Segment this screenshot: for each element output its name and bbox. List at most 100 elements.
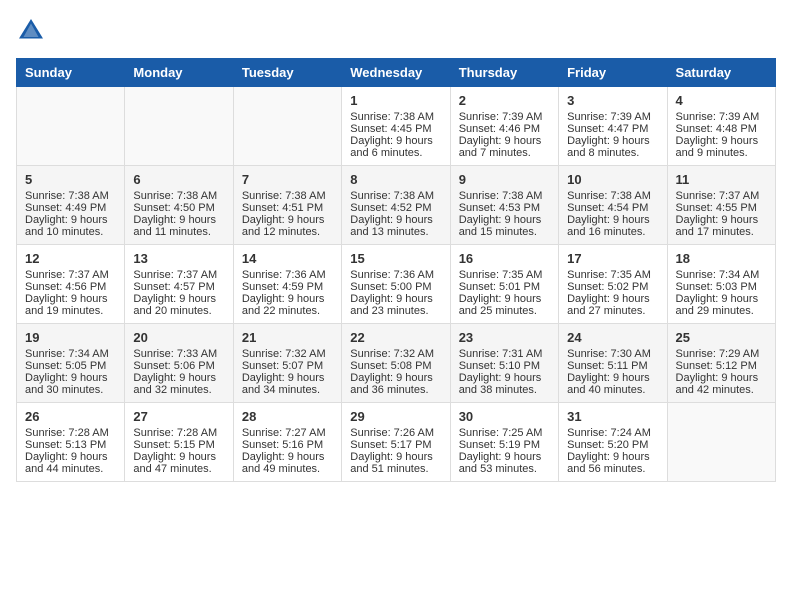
daylight-text: Daylight: 9 hours and 25 minutes. (459, 293, 550, 317)
sunset-text: Sunset: 4:56 PM (25, 281, 116, 293)
calendar-day-header: Thursday (450, 59, 558, 87)
sunrise-text: Sunrise: 7:37 AM (676, 190, 767, 202)
sunset-text: Sunset: 5:17 PM (350, 439, 441, 451)
calendar-cell: 14Sunrise: 7:36 AMSunset: 4:59 PMDayligh… (233, 245, 341, 324)
day-number: 2 (459, 93, 550, 108)
daylight-text: Daylight: 9 hours and 34 minutes. (242, 372, 333, 396)
sunrise-text: Sunrise: 7:28 AM (133, 427, 224, 439)
day-number: 20 (133, 330, 224, 345)
calendar-cell: 20Sunrise: 7:33 AMSunset: 5:06 PMDayligh… (125, 324, 233, 403)
day-number: 15 (350, 251, 441, 266)
day-number: 31 (567, 409, 658, 424)
day-number: 22 (350, 330, 441, 345)
logo-icon (16, 16, 46, 46)
sunset-text: Sunset: 4:49 PM (25, 202, 116, 214)
calendar-cell: 21Sunrise: 7:32 AMSunset: 5:07 PMDayligh… (233, 324, 341, 403)
calendar-cell: 19Sunrise: 7:34 AMSunset: 5:05 PMDayligh… (17, 324, 125, 403)
day-number: 5 (25, 172, 116, 187)
daylight-text: Daylight: 9 hours and 20 minutes. (133, 293, 224, 317)
calendar-day-header: Friday (559, 59, 667, 87)
calendar-cell: 22Sunrise: 7:32 AMSunset: 5:08 PMDayligh… (342, 324, 450, 403)
day-number: 21 (242, 330, 333, 345)
sunset-text: Sunset: 4:45 PM (350, 123, 441, 135)
calendar-cell: 4Sunrise: 7:39 AMSunset: 4:48 PMDaylight… (667, 87, 775, 166)
calendar-cell: 12 Sunrise: 7:37 AMSunset: 4:56 PMDayligh… (17, 245, 125, 324)
daylight-text: Daylight: 9 hours and 29 minutes. (676, 293, 767, 317)
day-number: 18 (676, 251, 767, 266)
sunset-text: Sunset: 5:07 PM (242, 360, 333, 372)
sunset-text: Sunset: 5:13 PM (25, 439, 116, 451)
calendar-day-header: Wednesday (342, 59, 450, 87)
calendar-table: SundayMondayTuesdayWednesdayThursdayFrid… (16, 58, 776, 482)
daylight-text: Daylight: 9 hours and 19 minutes. (25, 293, 116, 317)
sunrise-text: Sunrise: 7:38 AM (25, 190, 116, 202)
day-number: 8 (350, 172, 441, 187)
sunset-text: Sunset: 5:01 PM (459, 281, 550, 293)
daylight-text: Daylight: 9 hours and 51 minutes. (350, 451, 441, 475)
calendar-cell (125, 87, 233, 166)
calendar-cell: 3Sunrise: 7:39 AMSunset: 4:47 PMDaylight… (559, 87, 667, 166)
calendar-cell: 9Sunrise: 7:38 AMSunset: 4:53 PMDaylight… (450, 166, 558, 245)
sunrise-text: Sunrise: 7:36 AM (350, 269, 441, 281)
day-number: 1 (350, 93, 441, 108)
day-number: 26 (25, 409, 116, 424)
day-number: 29 (350, 409, 441, 424)
sunrise-text: Sunrise: 7:35 AM (567, 269, 658, 281)
sunset-text: Sunset: 5:05 PM (25, 360, 116, 372)
daylight-text: Daylight: 9 hours and 49 minutes. (242, 451, 333, 475)
calendar-cell: 27Sunrise: 7:28 AMSunset: 5:15 PMDayligh… (125, 403, 233, 482)
day-number: 14 (242, 251, 333, 266)
day-number: 16 (459, 251, 550, 266)
calendar-cell: 11Sunrise: 7:37 AMSunset: 4:55 PMDayligh… (667, 166, 775, 245)
sunrise-text: Sunrise: 7:38 AM (350, 190, 441, 202)
calendar-cell: 30Sunrise: 7:25 AMSunset: 5:19 PMDayligh… (450, 403, 558, 482)
day-number: 9 (459, 172, 550, 187)
sunset-text: Sunset: 5:03 PM (676, 281, 767, 293)
sunrise-text: Sunrise: 7:34 AM (676, 269, 767, 281)
calendar-day-header: Tuesday (233, 59, 341, 87)
sunrise-text: Sunrise: 7:33 AM (133, 348, 224, 360)
day-number: 19 (25, 330, 116, 345)
calendar-cell: 26Sunrise: 7:28 AMSunset: 5:13 PMDayligh… (17, 403, 125, 482)
calendar-week-row: 5Sunrise: 7:38 AMSunset: 4:49 PMDaylight… (17, 166, 776, 245)
sunset-text: Sunset: 4:51 PM (242, 202, 333, 214)
calendar-week-row: 1Sunrise: 7:38 AMSunset: 4:45 PMDaylight… (17, 87, 776, 166)
calendar-cell: 5 Sunrise: 7:38 AMSunset: 4:49 PMDaylight… (17, 166, 125, 245)
calendar-week-row: 26Sunrise: 7:28 AMSunset: 5:13 PMDayligh… (17, 403, 776, 482)
daylight-text: Daylight: 9 hours and 38 minutes. (459, 372, 550, 396)
sunrise-text: Sunrise: 7:35 AM (459, 269, 550, 281)
sunset-text: Sunset: 5:10 PM (459, 360, 550, 372)
sunrise-text: Sunrise: 7:27 AM (242, 427, 333, 439)
sunrise-text: Sunrise: 7:37 AM (25, 269, 116, 281)
calendar-cell (233, 87, 341, 166)
calendar-cell: 23Sunrise: 7:31 AMSunset: 5:10 PMDayligh… (450, 324, 558, 403)
day-number: 17 (567, 251, 658, 266)
day-number: 12 (25, 251, 116, 266)
sunrise-text: Sunrise: 7:28 AM (25, 427, 116, 439)
daylight-text: Daylight: 9 hours and 22 minutes. (242, 293, 333, 317)
daylight-text: Daylight: 9 hours and 36 minutes. (350, 372, 441, 396)
daylight-text: Daylight: 9 hours and 10 minutes. (25, 214, 116, 238)
calendar-cell: 29 Sunrise: 7:26 AMSunset: 5:17 PMDayligh… (342, 403, 450, 482)
sunrise-text: Sunrise: 7:37 AM (133, 269, 224, 281)
calendar-day-header: Saturday (667, 59, 775, 87)
calendar-cell: 25Sunrise: 7:29 AMSunset: 5:12 PMDayligh… (667, 324, 775, 403)
sunrise-text: Sunrise: 7:38 AM (242, 190, 333, 202)
sunrise-text: Sunrise: 7:38 AM (567, 190, 658, 202)
sunset-text: Sunset: 4:46 PM (459, 123, 550, 135)
day-number: 30 (459, 409, 550, 424)
sunset-text: Sunset: 5:08 PM (350, 360, 441, 372)
sunset-text: Sunset: 5:19 PM (459, 439, 550, 451)
sunset-text: Sunset: 5:06 PM (133, 360, 224, 372)
page-header (16, 16, 776, 46)
calendar-header-row: SundayMondayTuesdayWednesdayThursdayFrid… (17, 59, 776, 87)
calendar-cell: 16 Sunrise: 7:35 AMSunset: 5:01 PMDayligh… (450, 245, 558, 324)
daylight-text: Daylight: 9 hours and 56 minutes. (567, 451, 658, 475)
sunrise-text: Sunrise: 7:26 AM (350, 427, 441, 439)
sunrise-text: Sunrise: 7:31 AM (459, 348, 550, 360)
calendar-cell: 13Sunrise: 7:37 AMSunset: 4:57 PMDayligh… (125, 245, 233, 324)
sunset-text: Sunset: 5:11 PM (567, 360, 658, 372)
daylight-text: Daylight: 9 hours and 30 minutes. (25, 372, 116, 396)
calendar-cell: 6Sunrise: 7:38 AMSunset: 4:50 PMDaylight… (125, 166, 233, 245)
calendar-cell: 31Sunrise: 7:24 AMSunset: 5:20 PMDayligh… (559, 403, 667, 482)
